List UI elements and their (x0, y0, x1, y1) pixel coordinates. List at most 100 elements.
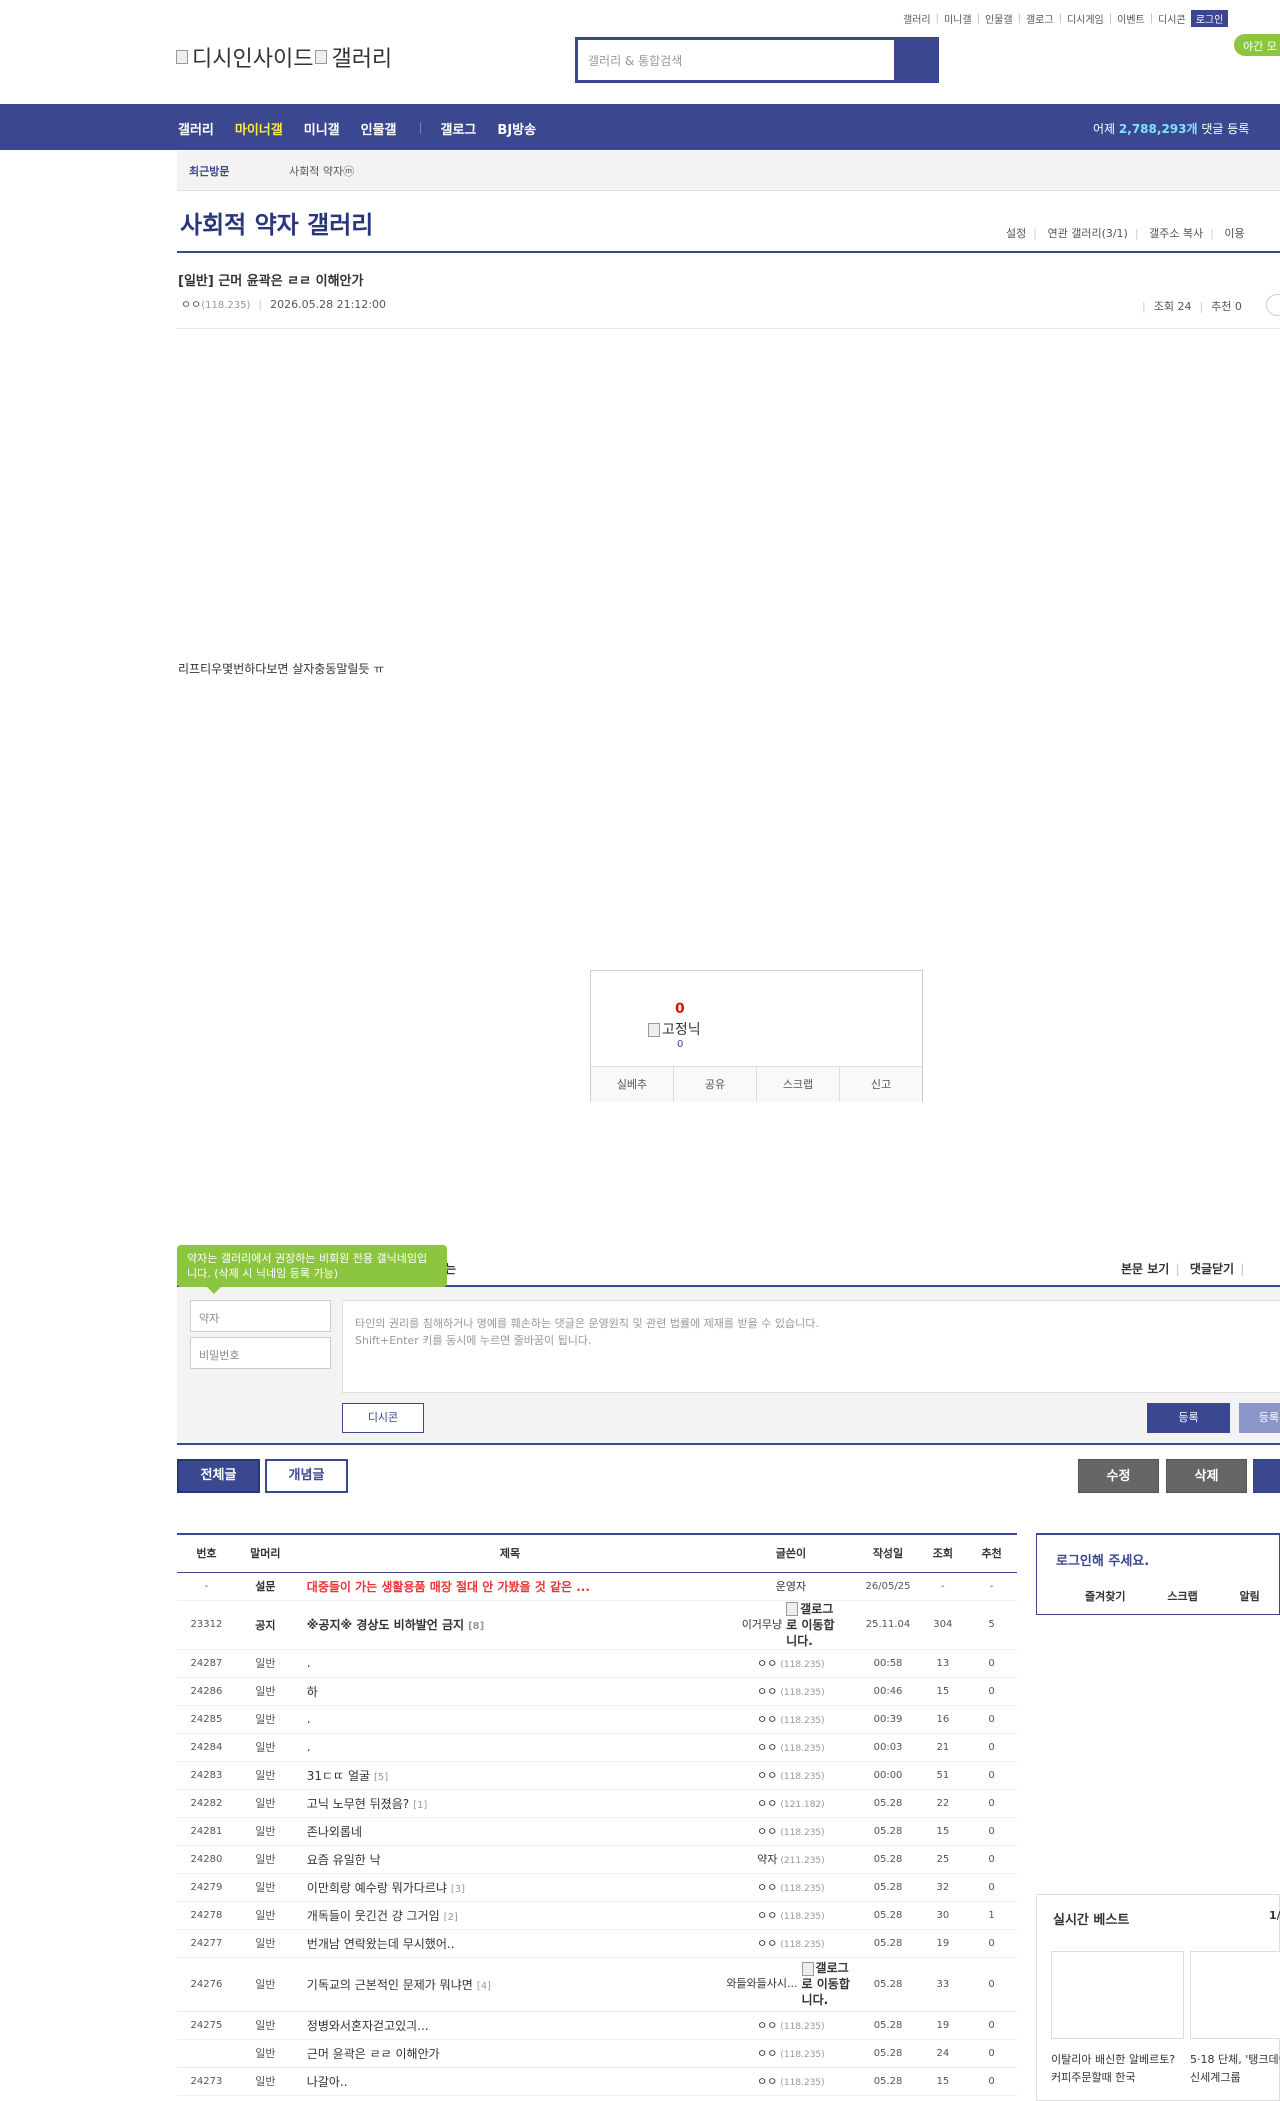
writer-name[interactable]: ㅇㅇ (757, 2075, 777, 2088)
comment-textarea[interactable]: 타인의 권리를 침해하거나 명예를 훼손하는 댓글은 운영원칙 및 관련 법률에… (342, 1300, 1280, 1393)
report-button[interactable]: 신고 (840, 1067, 922, 1102)
util-link-event[interactable]: 이벤트 (1117, 11, 1145, 26)
table-row[interactable]: 24277 일반 번개남 연락왔는데 무시했어.. ㅇㅇ (118.235) 05.28 1… (177, 1929, 1017, 1958)
post-option-button[interactable] (1266, 294, 1280, 316)
reply-count[interactable]: [8] (468, 1621, 484, 1632)
table-row[interactable]: 24282 일반 고닉 노무현 뒤졌음? [1] ㅇㅇ (121.182) 05.28 22 0 (177, 1789, 1017, 1818)
post-link[interactable]: 하 (307, 1685, 318, 1699)
table-row[interactable]: 24280 일반 요즘 유일한 낙 약자 (211.235) 05.28 25 0 (177, 1845, 1017, 1874)
best-thumbnail[interactable] (1051, 1951, 1184, 2039)
writer-name[interactable]: ㅇㅇ (757, 1769, 777, 1782)
close-comments-link[interactable]: 댓글닫기 (1190, 1262, 1234, 1276)
recent-visits-label[interactable]: 최근방문 (189, 163, 229, 179)
cell-writer[interactable]: ㅇㅇ (118.235) (725, 2067, 857, 2096)
post-link[interactable]: 나갈아.. (307, 2075, 348, 2089)
writer-name[interactable]: ㅇㅇ (757, 1881, 777, 1894)
table-row[interactable]: 24278 일반 개독들이 웃긴건 걍 그거임 [2] ㅇㅇ (118.235) 05.28… (177, 1901, 1017, 1930)
cell-title[interactable]: . (294, 1649, 726, 1678)
cell-title[interactable]: 요즘 유일한 낙 (294, 1845, 726, 1874)
writer-name[interactable]: ㅇㅇ (757, 1657, 777, 1670)
post-link[interactable]: . (307, 1740, 311, 1754)
cell-title[interactable]: 개독들이 웃긴건 걍 그거임 [2] (294, 1901, 726, 1930)
cell-writer[interactable]: 약자 (211.235) (725, 1845, 857, 1874)
post-link[interactable]: 요즘 유일한 낙 (307, 1853, 381, 1867)
cell-writer[interactable]: ㅇㅇ (118.235) (725, 1761, 857, 1790)
table-row[interactable]: 24273 일반 나갈아.. ㅇㅇ (118.235) 05.28 15 0 (177, 2067, 1017, 2096)
search-input[interactable]: 갤러리 & 통합검색 (578, 40, 894, 80)
writer-name[interactable]: ㅇㅇ (757, 1909, 777, 1922)
reply-count[interactable]: [4] (477, 1981, 491, 1992)
post-link[interactable]: . (307, 1712, 311, 1726)
cell-title[interactable]: . (294, 1705, 726, 1734)
reply-count[interactable]: [3] (451, 1884, 465, 1895)
login-button[interactable]: 로그인 (1190, 10, 1229, 27)
post-link[interactable]: 정병와서혼자걷고있긔... (307, 2019, 429, 2033)
cell-title[interactable]: 고닉 노무현 뒤졌음? [1] (294, 1789, 726, 1818)
post-link[interactable]: 기독교의 근본적인 문제가 뭐냐면 (307, 1978, 473, 1992)
util-link-minigall[interactable]: 미니갤 (944, 11, 972, 26)
table-row[interactable]: 24285 일반. ㅇㅇ (118.235) 00:39 16 0 (177, 1705, 1017, 1734)
writer-name[interactable]: 약자 (757, 1853, 777, 1866)
write-button[interactable] (1253, 1459, 1280, 1493)
cell-writer[interactable]: ㅇㅇ (118.235) (725, 1901, 857, 1930)
cell-writer[interactable]: ㅇㅇ (118.235) (725, 1929, 857, 1958)
cell-writer[interactable]: ㅇㅇ (118.235) (725, 1817, 857, 1846)
best-caption[interactable]: 이탈리아 배신한 알베르토? 커피주문할때 한국 (1051, 2051, 1186, 2087)
cell-title[interactable]: 나갈아.. (294, 2067, 726, 2096)
scrap-link[interactable]: 스크랩 (1167, 1590, 1197, 1603)
cell-writer[interactable]: ㅇㅇ (118.235) (725, 1873, 857, 1902)
tab-all-posts[interactable]: 전체글 (177, 1459, 260, 1493)
cell-title[interactable]: 하 (294, 1677, 726, 1706)
post-writer[interactable]: ㅇㅇ (181, 298, 201, 311)
post-link[interactable]: 고닉 노무현 뒤졌음? (307, 1797, 409, 1811)
gallery-title[interactable]: 사회적 약자 갤러리 (180, 205, 373, 240)
cell-title[interactable]: 정병와서혼자걷고있긔... (294, 2011, 726, 2040)
nav-bj[interactable]: BJ방송 (497, 119, 536, 138)
related-gallery-link[interactable]: 연관 갤러리(3/1) (1047, 227, 1127, 240)
post-link[interactable]: 개독들이 웃긴건 걍 그거임 (307, 1909, 440, 1923)
writer-name[interactable]: ㅇㅇ (757, 1713, 777, 1726)
usage-link[interactable]: 이용 (1224, 227, 1244, 240)
writer-name[interactable]: ㅇㅇ (757, 1825, 777, 1838)
writer-name[interactable]: 이거무냥 (742, 1618, 782, 1631)
copy-address-link[interactable]: 갤주소 복사 (1149, 227, 1203, 240)
writer-name[interactable]: 와들와들사시... (726, 1977, 797, 1990)
nav-person-gallery[interactable]: 인물갤 (361, 119, 397, 138)
post-link[interactable]: . (307, 1656, 311, 1670)
nav-mini-gallery[interactable]: 미니갤 (304, 119, 340, 138)
comment-submit-button[interactable]: 등록 (1147, 1403, 1230, 1433)
table-row[interactable]: 23312 공지 ※공지※ 경상도 비하발언 금지 [8] 이거무냥 갤로그로 이동합니다… (177, 1600, 1017, 1650)
cell-writer[interactable]: ㅇㅇ (118.235) (725, 1733, 857, 1762)
table-row[interactable]: - 설문 대중들이 가는 생활용품 매장 절대 안 가봤을 것 같은 ... 운영자 2… (177, 1572, 1017, 1601)
cell-writer[interactable]: 이거무냥 갤로그로 이동합니다. (725, 1600, 857, 1650)
cell-title[interactable]: 31ㄷㄸ 얼굴 [5] (294, 1761, 726, 1790)
best-thumbnail[interactable] (1190, 1951, 1280, 2039)
best-caption[interactable]: 5·18 단체, '탱크데이' 용진 신세계그룹 (1190, 2051, 1280, 2087)
favorites-link[interactable]: 즐겨찾기 (1085, 1590, 1125, 1603)
post-link[interactable]: 번개남 연락왔는데 무시했어.. (307, 1937, 455, 1951)
realtime-best-page[interactable]: 1/ (1269, 1909, 1280, 1922)
table-row[interactable]: 24286 일반 하 ㅇㅇ (118.235) 00:46 15 0 (177, 1677, 1017, 1706)
cell-title[interactable]: 존나외롭네 (294, 1817, 726, 1846)
util-link-dccon[interactable]: 디시콘 (1158, 11, 1186, 26)
util-link-persongall[interactable]: 인물갤 (985, 11, 1013, 26)
nickname-field[interactable]: 약자 (190, 1300, 331, 1332)
post-link[interactable]: 대중들이 가는 생활용품 매장 절대 안 가봤을 것 같은 ... (307, 1580, 590, 1594)
nav-gallery[interactable]: 갤러리 (178, 119, 214, 138)
writer-name[interactable]: 운영자 (776, 1580, 806, 1593)
writer-name[interactable]: ㅇㅇ (757, 2047, 777, 2060)
util-link-gallog[interactable]: 갤로그 (1026, 11, 1054, 26)
nav-minor-gallery[interactable]: 마이너갤 (235, 119, 283, 138)
tab-concept-posts[interactable]: 개념글 (265, 1459, 348, 1493)
table-row[interactable]: 24283 일반 31ㄷㄸ 얼굴 [5] ㅇㅇ (118.235) 00:00 51 0 (177, 1761, 1017, 1790)
cell-writer[interactable]: ㅇㅇ (118.235) (725, 2011, 857, 2040)
nav-gallog[interactable]: 갤로그 (441, 119, 477, 138)
fixed-nick-recommend[interactable]: 고정닉 (648, 1019, 701, 1039)
recent-visit-item[interactable]: 사회적 약자ⓜ (289, 163, 354, 179)
writer-name[interactable]: ㅇㅇ (757, 2019, 777, 2032)
table-row[interactable]: 24287 일반. ㅇㅇ (118.235) 00:58 13 0 (177, 1649, 1017, 1678)
cell-writer[interactable]: ㅇㅇ (118.235) (725, 1677, 857, 1706)
cell-writer[interactable]: ㅇㅇ (118.235) (725, 2039, 857, 2068)
cell-writer[interactable]: ㅇㅇ (121.182) (725, 1789, 857, 1818)
util-link-dcgame[interactable]: 디시게임 (1067, 11, 1104, 26)
